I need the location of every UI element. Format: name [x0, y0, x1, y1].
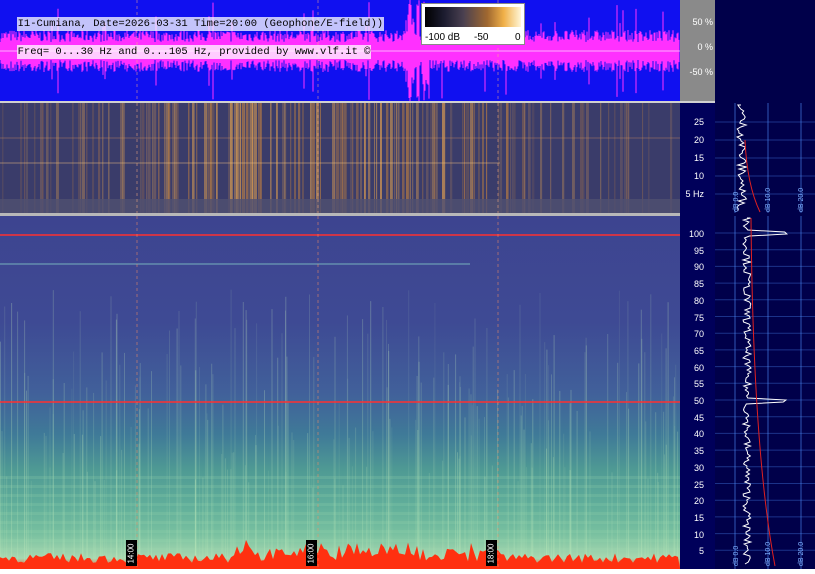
header-caption: I1-Cumiana, Date=2026-03-31 Time=20:00 (…	[4, 3, 385, 59]
geophone-tick: 10	[693, 171, 704, 181]
efield-tick: 65	[693, 345, 704, 356]
efield-tick: 40	[693, 429, 704, 440]
profile-db-label: dB 20.0	[798, 187, 805, 212]
efield-spectrogram	[0, 216, 680, 569]
geophone-spectrogram-texture	[0, 103, 680, 213]
header-line-2: Freq= 0...30 Hz and 0...105 Hz, provided…	[16, 45, 372, 59]
efield-tick: 70	[693, 329, 704, 340]
efield-tick: 30	[693, 462, 704, 473]
efield-tick: 15	[693, 512, 704, 523]
efield-tick: 80	[693, 295, 704, 306]
colorbar-max-label: 0	[515, 32, 521, 43]
profile-db-label: dB 0.0	[733, 545, 740, 566]
time-marker: 16:00	[306, 540, 317, 566]
colorbar-mid-label: -50	[474, 32, 489, 43]
profile-db-label: dB 20.0	[798, 541, 805, 566]
efield-tick: 95	[693, 245, 704, 256]
time-marker: 18:00	[486, 540, 497, 566]
efield-tick: 50	[693, 396, 704, 406]
geophone-spectrogram	[0, 103, 680, 213]
efield-tick: 10	[693, 529, 704, 540]
geophone-tick: 25	[693, 117, 704, 127]
header-line-1: I1-Cumiana, Date=2026-03-31 Time=20:00 (…	[16, 17, 385, 31]
efield-tick: 55	[693, 379, 704, 390]
efield-tick: 5	[698, 546, 704, 557]
efield-tick: 60	[693, 362, 704, 373]
geophone-tick: 15	[693, 153, 704, 163]
colorbar-gradient	[425, 7, 521, 27]
efield-tick: 75	[693, 312, 704, 323]
colorbar-min-label: -100 dB	[425, 32, 461, 43]
profile-db-label: dB 10.0	[765, 541, 772, 566]
efield-tick: 20	[693, 496, 704, 507]
waveform-tick: -50 %	[689, 67, 713, 77]
efield-spectrogram-texture	[0, 216, 680, 569]
efield-tick: 25	[693, 479, 704, 490]
geophone-tick: 5 Hz	[685, 189, 704, 199]
efield-tick: 90	[693, 262, 704, 273]
colorbar-legend: -100 dB -50 0	[421, 3, 525, 45]
spectrum-profile-panel	[715, 0, 815, 569]
efield-tick: 85	[693, 279, 704, 290]
waveform-tick: 0 %	[697, 42, 713, 52]
geophone-tick: 20	[693, 135, 704, 145]
waveform-tick: 50 %	[692, 17, 713, 27]
profile-db-label: dB 10.0	[765, 187, 772, 212]
efield-tick: 35	[693, 446, 704, 457]
spectrum-profile-plot	[715, 103, 815, 569]
profile-db-label: dB 0.0	[733, 191, 740, 212]
efield-tick: 45	[693, 412, 704, 423]
efield-tick: 100	[688, 229, 704, 239]
time-marker: 14:00	[126, 540, 137, 566]
